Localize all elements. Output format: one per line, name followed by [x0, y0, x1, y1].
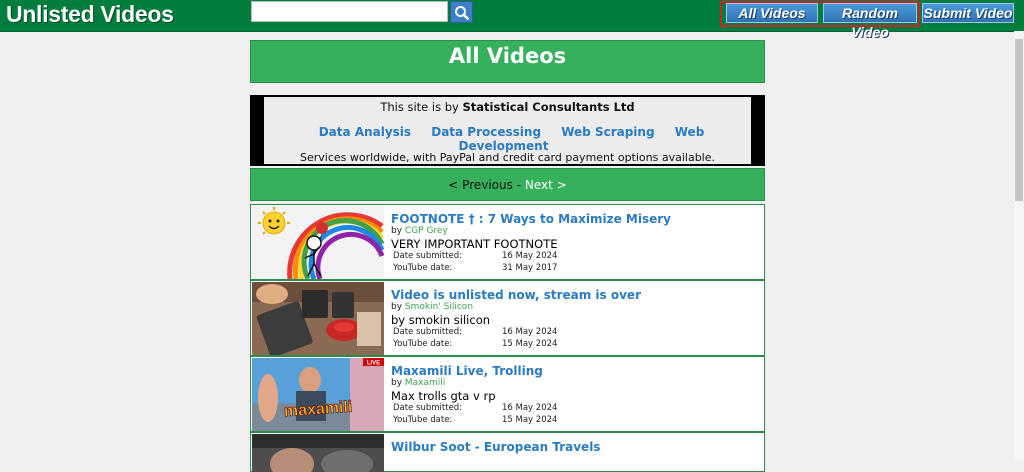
ad-content: This site is by Statistical Consultants … — [264, 97, 751, 164]
video-thumbnail[interactable] — [252, 434, 384, 472]
ad-link-web-scraping[interactable]: Web Scraping — [561, 125, 654, 139]
maxamili-thumbnail-image: maxamili LIVE — [252, 358, 384, 431]
by-label: by — [391, 302, 405, 312]
youtube-date-label: YouTube date: — [393, 339, 453, 349]
by-label: by — [391, 378, 405, 388]
video-row: Wilbur Soot - European Travels — [250, 432, 765, 472]
ad-link-data-analysis[interactable]: Data Analysis — [319, 125, 411, 139]
hardware-thumbnail-image — [252, 282, 384, 355]
next-link[interactable]: Next > — [525, 178, 567, 192]
search-icon — [455, 6, 470, 21]
channel-link[interactable]: Smokin' Silicon — [405, 302, 473, 312]
youtube-date: YouTube date: 15 May 2024 — [393, 339, 557, 349]
video-channel: by CGP Grey — [391, 226, 448, 236]
channel-link[interactable]: Maxamili — [405, 378, 445, 388]
date-submitted-label: Date submitted: — [393, 403, 463, 413]
ad-company: Statistical Consultants Ltd — [462, 100, 635, 114]
video-title[interactable]: Maxamili Live, Trolling — [391, 364, 543, 378]
nav-submit-video[interactable]: Submit Video — [922, 3, 1014, 23]
video-row: Video is unlisted now, stream is over by… — [250, 280, 765, 356]
ad-services-text: Services worldwide, with PayPal and cred… — [299, 151, 715, 164]
nav-random-video[interactable]: Random Video — [823, 3, 917, 40]
search-button[interactable] — [450, 1, 473, 23]
pager-separator: - — [512, 178, 525, 192]
youtube-date: YouTube date: 15 May 2024 — [393, 415, 557, 425]
video-title[interactable]: FOOTNOTE † : 7 Ways to Maximize Misery — [391, 212, 671, 226]
youtube-date-value: 15 May 2024 — [502, 415, 558, 425]
video-description: by smokin silicon — [391, 313, 491, 327]
nav-all-videos[interactable]: All Videos — [726, 3, 818, 23]
video-row: FOOTNOTE † : 7 Ways to Maximize Misery b… — [250, 204, 765, 280]
wilbur-thumbnail-image — [252, 434, 384, 472]
pagination: < Previous - Next > — [250, 168, 765, 201]
search-input[interactable] — [251, 1, 448, 22]
date-submitted-label: Date submitted: — [393, 327, 463, 337]
youtube-date-label: YouTube date: — [393, 263, 453, 273]
video-thumbnail[interactable] — [252, 206, 384, 279]
by-label: by — [391, 226, 405, 236]
date-submitted-value: 16 May 2024 — [502, 403, 558, 413]
date-submitted: Date submitted: 16 May 2024 — [393, 327, 557, 337]
site-logo[interactable]: Unlisted Videos — [6, 1, 174, 28]
video-description: Max trolls gta v rp — [391, 389, 496, 403]
date-submitted: Date submitted: 16 May 2024 — [393, 403, 557, 413]
live-badge: LIVE — [367, 361, 380, 367]
youtube-date-value: 31 May 2017 — [502, 263, 558, 273]
video-channel: by Maxamili — [391, 378, 445, 388]
date-submitted-value: 16 May 2024 — [502, 251, 558, 261]
video-thumbnail[interactable] — [252, 282, 384, 355]
youtube-date-value: 15 May 2024 — [502, 339, 558, 349]
page-scrollbar[interactable] — [1014, 31, 1024, 461]
youtube-date: YouTube date: 31 May 2017 — [393, 263, 557, 273]
ad-intro: This site is by Statistical Consultants … — [264, 100, 751, 114]
video-thumbnail[interactable]: maxamili LIVE — [252, 358, 384, 431]
video-channel: by Smokin' Silicon — [391, 302, 473, 312]
youtube-date-label: YouTube date: — [393, 415, 453, 425]
channel-link[interactable]: CGP Grey — [405, 226, 448, 236]
stick-figure-thumbnail-image — [252, 206, 384, 279]
ad-links: Data Analysis Data Processing Web Scrapi… — [264, 125, 751, 153]
previous-link[interactable]: < Previous — [448, 178, 513, 192]
video-row: maxamili LIVE Maxamili Live, Trolling by… — [250, 356, 765, 432]
page-title: All Videos — [250, 40, 765, 83]
scrollbar-thumb[interactable] — [1015, 39, 1023, 201]
video-title[interactable]: Video is unlisted now, stream is over — [391, 288, 641, 302]
date-submitted-label: Date submitted: — [393, 251, 463, 261]
ad-banner: This site is by Statistical Consultants … — [250, 95, 765, 166]
top-bar: Unlisted Videos All Videos Random Video … — [0, 0, 1024, 40]
ad-link-data-processing[interactable]: Data Processing — [431, 125, 541, 139]
video-title[interactable]: Wilbur Soot - European Travels — [391, 440, 600, 454]
ad-intro-text: This site is by — [380, 100, 463, 114]
video-description: VERY IMPORTANT FOOTNOTE — [391, 237, 558, 251]
date-submitted: Date submitted: 16 May 2024 — [393, 251, 557, 261]
date-submitted-value: 16 May 2024 — [502, 327, 558, 337]
